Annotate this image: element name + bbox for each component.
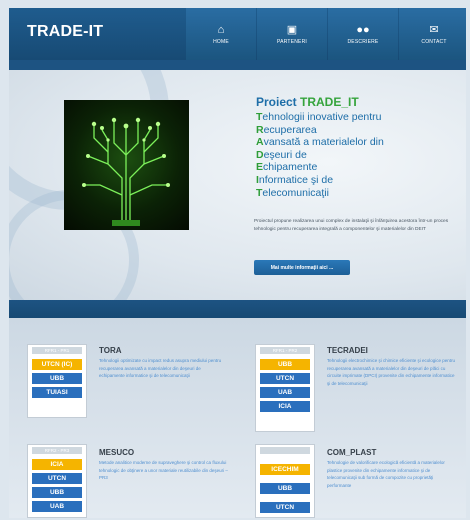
acronym-line: Informatice şi de	[256, 174, 456, 187]
acronym-text: vansată a materialelor din	[263, 136, 384, 149]
partner-tag: UTCN	[32, 473, 82, 484]
partner-tag: ICIA	[260, 401, 310, 412]
project-summary: Metode analitice moderne de supraveghere…	[99, 460, 228, 480]
partner-card[interactable]: ICECHIM UBB UTCN	[255, 444, 315, 518]
card-header: RFR2 - PR3	[32, 447, 82, 454]
partner-tag: UAB	[260, 387, 310, 398]
acronym-text: ecuperarea	[263, 123, 317, 136]
acronym-line: Tehnologii inovative pentru	[256, 111, 456, 124]
site-logo[interactable]: TRADE-IT	[27, 23, 103, 41]
header-divider	[9, 60, 466, 70]
acronym-cap: R	[256, 123, 264, 136]
partner-tag: UBB	[32, 373, 82, 384]
partner-tag: UTCN (IC)	[32, 359, 82, 370]
partner-tag: UBB	[32, 487, 82, 498]
acronym-cap: E	[256, 161, 264, 174]
project-name[interactable]: COM_PLAST	[327, 448, 376, 457]
partner-card[interactable]: RFR1 - PR2 UBB UTCN UAB ICIA	[255, 344, 315, 432]
project-name[interactable]: MESUCO	[99, 448, 134, 457]
project-name[interactable]: TECRADEI	[327, 346, 368, 355]
acronym-line: Recuperarea	[256, 124, 456, 137]
partner-tag: UBB	[260, 359, 310, 370]
card-header: RFR1 - PR1	[32, 347, 82, 354]
acronym-block: Tehnologii inovative pentru Recuperarea …	[256, 111, 456, 199]
acronym-cap: D	[256, 148, 264, 161]
partner-tag: UTCN	[260, 502, 310, 513]
nav-descriere[interactable]: ●● DESCRIERE	[328, 8, 398, 60]
project-title-prefix: Proiect	[256, 95, 301, 109]
acronym-line: Avansată a materialelor din	[256, 136, 456, 149]
projects-section: RFR1 - PR1 UTCN (IC) UBB TUIASI TORA Teh…	[9, 318, 466, 518]
acronym-text: eşeuri de	[263, 148, 307, 161]
partner-card[interactable]: RFR2 - PR3 ICIA UTCN UBB UAB	[27, 444, 87, 518]
acronym-text: elecomunicaţii	[262, 186, 329, 199]
acronym-text: ehnologii inovative pentru	[262, 111, 382, 123]
project-name[interactable]: TORA	[99, 346, 122, 355]
top-header: TRADE-IT ⌂ HOME ▣ PARTENERI ●● DESCRIERE…	[9, 8, 466, 60]
more-info-button[interactable]: Mai multe informaţii aici ...	[254, 260, 350, 275]
home-icon: ⌂	[217, 23, 225, 36]
partner-tag: ICECHIM	[260, 464, 310, 475]
acronym-line: Echipamente	[256, 161, 456, 174]
users-icon: ●●	[356, 23, 370, 36]
nav-parteneri-label: PARTENERI	[277, 38, 307, 45]
acronym-text: nformatice şi de	[258, 173, 334, 186]
acronym-line: Deşeuri de	[256, 149, 456, 162]
section-divider	[9, 300, 466, 318]
partner-tag: TUIASI	[32, 387, 82, 398]
project-title-accent: TRADE_IT	[300, 95, 359, 109]
partner-card[interactable]: RFR1 - PR1 UTCN (IC) UBB TUIASI	[27, 344, 87, 418]
circuit-tree-image	[64, 100, 189, 230]
acronym-text: chipamente	[263, 161, 318, 174]
main-nav: ⌂ HOME ▣ PARTENERI ●● DESCRIERE ✉ CONTAC…	[186, 8, 466, 60]
project-summary: Tehnologii optimizate cu impact redus as…	[99, 358, 222, 378]
partner-tag: UTCN	[260, 373, 310, 384]
partner-tag: ICIA	[32, 459, 82, 470]
nav-parteneri[interactable]: ▣ PARTENERI	[257, 8, 327, 60]
card-header: RFR1 - PR2	[260, 347, 310, 354]
partner-tag: UBB	[260, 483, 310, 494]
image-icon: ▣	[286, 23, 298, 36]
project-description: Proiectul propune realizarea unui comple…	[254, 219, 449, 232]
project-summary: Tehnologie de valorificare ecologică efi…	[327, 460, 445, 488]
nav-contact-label: CONTACT	[421, 38, 447, 45]
card-header	[260, 447, 310, 454]
nav-home-label: HOME	[213, 38, 229, 45]
acronym-cap: A	[256, 136, 264, 149]
envelope-icon: ✉	[429, 23, 439, 36]
page-frame: TRADE-IT ⌂ HOME ▣ PARTENERI ●● DESCRIERE…	[9, 8, 466, 518]
nav-descriere-label: DESCRIERE	[347, 38, 379, 45]
hero-section: Proiect TRADE_IT Tehnologii inovative pe…	[9, 70, 466, 300]
nav-contact[interactable]: ✉ CONTACT	[399, 8, 466, 60]
project-title: Proiect TRADE_IT	[256, 95, 359, 109]
nav-home[interactable]: ⌂ HOME	[186, 8, 256, 60]
acronym-line: Telecomunicaţii	[256, 187, 456, 200]
project-summary: Tehnologii electrochimice şi chimice efi…	[327, 358, 456, 386]
partner-tag: UAB	[32, 501, 82, 512]
